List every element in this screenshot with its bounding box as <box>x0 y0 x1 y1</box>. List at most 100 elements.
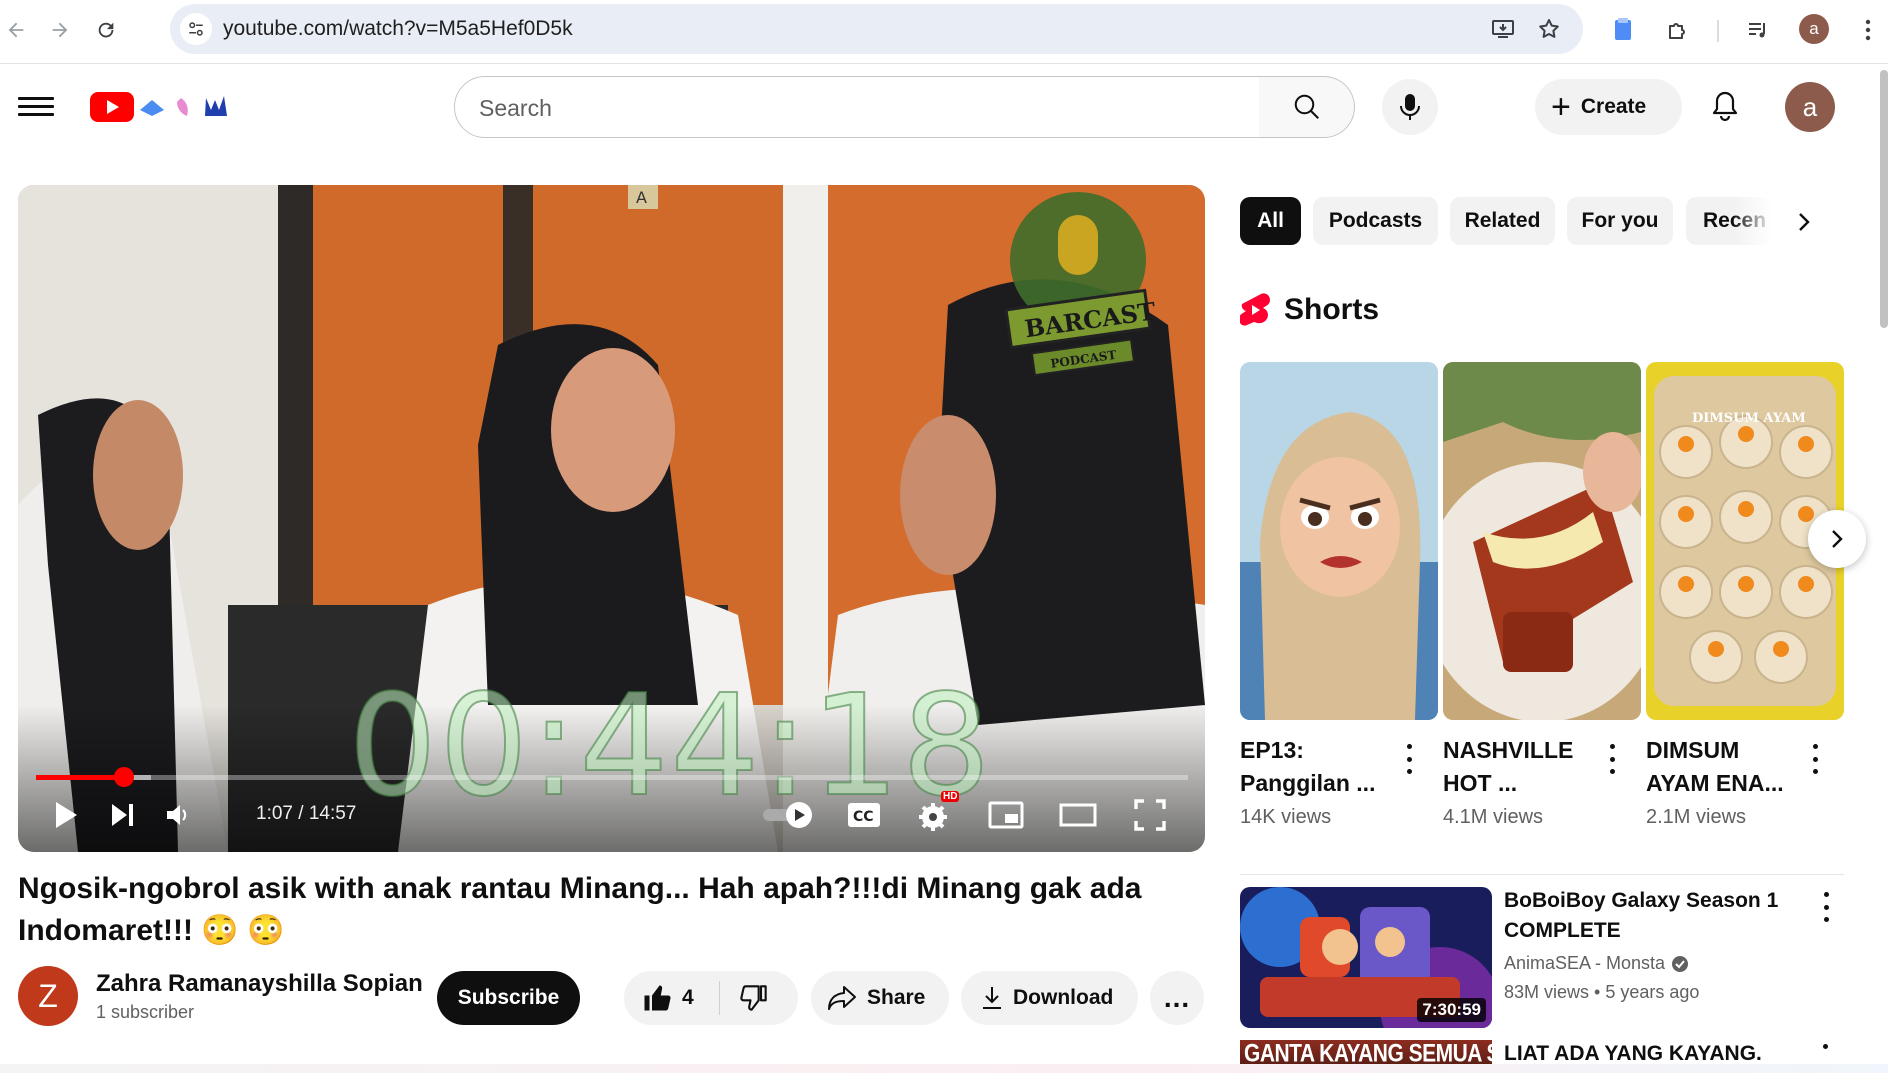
like-button[interactable]: 4 <box>624 981 720 1015</box>
skip-next-icon <box>112 804 133 826</box>
search-input[interactable]: Search <box>454 76 1260 138</box>
short-thumbnail-1[interactable] <box>1240 362 1438 720</box>
extension-clipboard-icon[interactable] <box>1607 14 1639 46</box>
door-letter: A <box>636 188 647 207</box>
captions-button[interactable]: CC <box>842 795 886 835</box>
related-title-1[interactable]: BoBoiBoy Galaxy Season 1 COMPLETE <box>1504 886 1804 946</box>
share-button[interactable]: Share <box>811 971 949 1025</box>
browser-menu-icon[interactable] <box>1852 14 1884 46</box>
toolbar-divider <box>1717 20 1719 42</box>
autoplay-toggle[interactable] <box>758 795 818 835</box>
plus-icon: + <box>1551 88 1571 126</box>
search-icon <box>1294 94 1319 119</box>
short-menu-1-icon[interactable] <box>1399 744 1419 774</box>
channel-name[interactable]: Zahra Ramanayshilla Sopian <box>96 970 423 998</box>
install-app-icon[interactable] <box>1490 16 1516 42</box>
subscriber-count: 1 subscriber <box>96 1002 195 1022</box>
chip-related[interactable]: Related <box>1450 197 1555 245</box>
related-views-1: 83M views <box>1504 982 1590 1002</box>
shorts-next-button[interactable] <box>1808 510 1866 568</box>
url-text: youtube.com/watch?v=M5a5Hef0D5k <box>223 17 573 40</box>
related-channel-name-1: AnimaSEA - Monsta <box>1504 953 1666 973</box>
short-menu-2-icon[interactable] <box>1602 744 1622 774</box>
extensions-puzzle-icon[interactable] <box>1662 14 1694 46</box>
related-channel-1[interactable]: AnimaSEA - Monsta <box>1504 953 1689 974</box>
reload-icon[interactable] <box>90 14 122 46</box>
short-menu-3-icon[interactable] <box>1805 744 1825 774</box>
chip-for-you[interactable]: For you <box>1567 197 1673 245</box>
account-avatar[interactable]: a <box>1785 82 1835 132</box>
chip-all[interactable]: All <box>1240 197 1301 245</box>
media-control-icon[interactable] <box>1742 14 1774 46</box>
like-dislike-group: 4 <box>624 971 798 1025</box>
progress-scrubber[interactable] <box>114 767 135 787</box>
like-count: 4 <box>682 986 694 1009</box>
share-label: Share <box>867 986 926 1009</box>
miniplayer-button[interactable] <box>984 795 1028 835</box>
dislike-button[interactable] <box>720 984 798 1012</box>
chip-podcasts[interactable]: Podcasts <box>1313 197 1438 245</box>
bottom-edge <box>0 1064 1888 1073</box>
thumbs-up-icon <box>644 985 671 1011</box>
search-placeholder: Search <box>479 95 552 121</box>
related-menu-2-icon[interactable] <box>1823 1044 1828 1049</box>
short-views-3: 2.1M views <box>1646 806 1747 828</box>
page-scrollbar[interactable] <box>1880 70 1888 328</box>
youtube-logo-icon[interactable] <box>88 90 248 124</box>
miniplayer-icon <box>988 801 1024 829</box>
theater-icon <box>1059 803 1097 827</box>
short-title-1[interactable]: EP13: Panggilan ... <box>1240 734 1390 800</box>
address-bar[interactable]: youtube.com/watch?v=M5a5Hef0D5k <box>170 4 1583 54</box>
create-button[interactable]: + Create <box>1535 79 1682 135</box>
download-label: Download <box>1013 986 1114 1009</box>
mute-button[interactable] <box>158 795 198 835</box>
browser-profile-avatar[interactable]: a <box>1799 14 1829 44</box>
shorts-heading: Shorts <box>1284 293 1380 326</box>
next-button[interactable] <box>102 795 142 835</box>
related-menu-1-icon[interactable] <box>1816 892 1836 922</box>
short-thumbnail-2[interactable] <box>1443 362 1641 720</box>
related-meta-1: 83M views • 5 years ago <box>1504 982 1699 1003</box>
related-thumbnail-1[interactable]: 7:30:59 <box>1240 887 1492 1028</box>
captions-icon: CC <box>848 803 880 827</box>
shorts-header: Shorts <box>1240 292 1379 328</box>
back-icon[interactable] <box>0 14 32 46</box>
play-button[interactable] <box>46 795 86 835</box>
youtube-masthead: Search + Create a <box>0 64 1888 150</box>
more-actions-button[interactable]: ... <box>1150 971 1204 1025</box>
related-age-1: 5 years ago <box>1605 982 1700 1002</box>
search-button[interactable] <box>1259 76 1355 138</box>
short-views-1: 14K views <box>1240 806 1332 828</box>
fullscreen-button[interactable] <box>1128 795 1172 835</box>
browser-toolbar: youtube.com/watch?v=M5a5Hef0D5k a <box>0 0 1888 64</box>
chip-recent[interactable]: Recen <box>1686 197 1772 245</box>
subscribe-button[interactable]: Subscribe <box>437 971 580 1025</box>
theater-mode-button[interactable] <box>1056 795 1100 835</box>
channel-avatar[interactable]: Z <box>18 966 78 1026</box>
chips-next-icon[interactable] <box>1789 207 1819 237</box>
notifications-bell-icon[interactable] <box>1705 86 1745 126</box>
settings-button[interactable]: HD <box>913 791 960 835</box>
autoplay-icon <box>763 802 812 828</box>
site-info-icon[interactable] <box>180 13 212 45</box>
time-display: 1:07 / 14:57 <box>256 803 357 824</box>
thumbs-down-icon <box>740 985 767 1011</box>
svg-text:CC: CC <box>853 809 874 825</box>
shorts-logo-icon <box>1240 293 1270 326</box>
meta-separator: • <box>1594 982 1606 1002</box>
short-thumb-text-3: DIMSUM AYAM <box>1692 411 1806 426</box>
short-title-2[interactable]: NASHVILLE HOT ... <box>1443 734 1593 800</box>
fullscreen-icon <box>1134 799 1166 831</box>
guide-menu-icon[interactable] <box>18 92 54 120</box>
chevron-right-icon <box>1832 530 1843 548</box>
related-title-2[interactable]: LIAT ADA YANG KAYANG. <box>1504 1042 1762 1066</box>
forward-icon[interactable] <box>44 14 76 46</box>
hd-badge: HD <box>941 791 960 802</box>
create-label: Create <box>1580 95 1647 118</box>
download-button[interactable]: Download <box>961 971 1138 1025</box>
video-player[interactable]: A BARCAST PODCAST 00:44:18 1:07 / 14:57 … <box>18 185 1205 852</box>
voice-search-button[interactable] <box>1382 79 1438 135</box>
short-title-3[interactable]: DIMSUM AYAM ENA... <box>1646 734 1796 800</box>
progress-bar[interactable] <box>36 767 1188 787</box>
bookmark-star-icon[interactable] <box>1536 16 1562 42</box>
